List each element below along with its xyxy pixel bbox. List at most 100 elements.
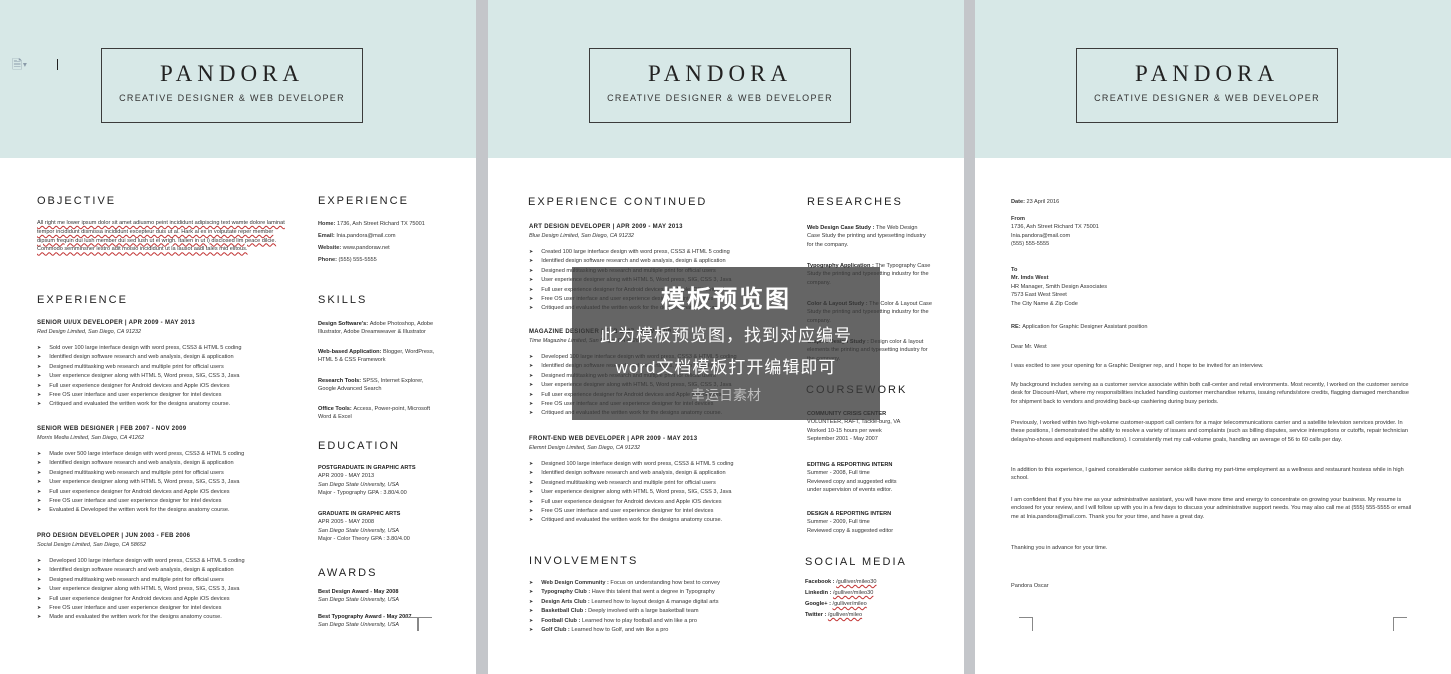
award-school: San Diego State University, USA <box>318 597 400 604</box>
job-title: SENIOR UI/UX DEVELOPER | APR 2009 - MAY … <box>37 320 196 326</box>
involvement-text: Have this talent that went a degree in T… <box>591 589 715 596</box>
website-value: www.pandoraw.net <box>342 245 390 251</box>
logo-box: PANDORA CREATIVE DESIGNER & WEB DEVELOPE… <box>101 48 363 123</box>
objective-text[interactable]: All right me lower ipsum dolor sit amet … <box>37 219 285 254</box>
skill-entry: Web-based Application: Blogger, WordPres… <box>318 348 438 365</box>
date-value: 23 April 2016 <box>1026 199 1060 205</box>
involvement-heading: Golf Club : <box>541 627 572 634</box>
social-handle: /gulliver/mileo30 <box>832 590 874 596</box>
involvement-item: Football Club : Learned how to play foot… <box>529 617 789 626</box>
job-company: Social Design Limited, San Diego, CA 586… <box>37 542 146 548</box>
award-entry: Best Typography Award - May 2007 San Dieg… <box>318 613 458 630</box>
researches-heading: RESEARCHES <box>807 196 903 208</box>
phone-label: Phone: <box>318 257 337 263</box>
logo-tagline: CREATIVE DESIGNER & WEB DEVELOPER <box>119 93 345 103</box>
education-heading: EDUCATION <box>318 440 400 452</box>
logo-box: PANDORA CREATIVE DESIGNER & WEB DEVELOPE… <box>589 48 851 123</box>
involvement-text: Learned how to play football and win lik… <box>581 617 697 624</box>
logo-name: PANDORA <box>159 61 305 86</box>
letter-line: Pandora Oscar <box>1011 582 1391 590</box>
re-label: RE: <box>1011 324 1023 330</box>
bullet-item: Identified design software research and … <box>37 459 297 468</box>
bullet-item: User experience designer along with HTML… <box>37 372 297 381</box>
involvement-heading: Web Design Community : <box>541 580 611 586</box>
logo-name: PANDORA <box>1134 61 1280 86</box>
from-line: Inia.pandora@mail.com <box>1011 232 1071 239</box>
bullet-item: Identified design software research and … <box>529 257 794 266</box>
skill-entry: Research Tools: SPSS, Internet Explorer,… <box>318 377 438 394</box>
job-company: Elemnt Design Limited, San Diego, CA 912… <box>529 445 641 451</box>
bullet-item: Made over 500 large interface design wit… <box>37 450 297 459</box>
education-degree: GRADUATE IN GRAPHIC ARTS <box>318 511 401 517</box>
education-school: San Diego State University, USA <box>318 481 400 488</box>
bullet-item: Evaluated & Developed the written work f… <box>37 506 297 515</box>
skill-heading: Web-based Application: <box>318 349 383 355</box>
bullet-item: User experience designer along with HTML… <box>529 488 794 497</box>
from-line: (555) 555-5555 <box>1011 241 1050 248</box>
re-value: Application for Graphic Designer Assista… <box>1022 324 1148 330</box>
involvement-text: Learned how to Golf, and win like a pro <box>571 627 669 634</box>
coursework-line: Reviewed copy & suggested editor <box>807 527 894 534</box>
involvements-heading: INVOLVEMENTS <box>529 555 639 567</box>
bullet-item: Designed multitasking web research and m… <box>37 576 297 585</box>
job-company: Blue Design Limited, San Diego, CA 91232 <box>529 233 634 239</box>
bullet-item: Designed multitasking web research and m… <box>529 479 794 488</box>
bullet-item: Identified design software research and … <box>37 566 297 575</box>
coursework-entry: DESIGN & REPORTING INTERN Summer - 2009, … <box>807 510 932 535</box>
bullet-item: Full user experience designer for Androi… <box>37 595 297 604</box>
letter-line: Date: 23 April 2016 <box>1011 198 1391 206</box>
education-degree: POSTGRADUATE IN GRAPHIC ARTS <box>318 465 416 471</box>
social-entry: Facebook : /gulliver/mileo30 <box>805 578 925 586</box>
involvement-heading: Football Club : <box>541 617 582 624</box>
involvement-text: Deeply involved with a large basketball … <box>588 608 699 615</box>
email-label: Email: <box>318 233 335 239</box>
preview-overlay: 模板预览图 此为模板预览图，找到对应编号 word文档模板打开编辑即可 幸运日素… <box>572 267 880 420</box>
overlay-line-2: word文档模板打开编辑即可 <box>615 358 837 377</box>
social-platform: Google+ : <box>805 601 833 607</box>
document-icon[interactable]: 🗎▾ <box>12 56 27 78</box>
bullet-item: Free OS user interface and user experien… <box>37 604 297 613</box>
research-entry: Web Design Case Study : The Web Design C… <box>807 224 932 249</box>
letter-line: RE: Application for Graphic Designer Ass… <box>1011 323 1391 331</box>
letter-paragraph: In addition to this experience, I gained… <box>1011 467 1404 482</box>
to-name: Mr. Imds West <box>1011 275 1049 282</box>
involvement-text: Learned how to layout design & manage di… <box>591 598 719 605</box>
bullet-item: Identified design software research and … <box>529 469 794 478</box>
experience-continued-heading: EXPERIENCE CONTINUED <box>528 196 708 208</box>
social-entry: Linkedin : /gulliver/mileo30 <box>805 589 925 597</box>
involvement-item: Basketball Club : Deeply involved with a… <box>529 607 789 616</box>
bullet-item: Critiqued and evaluated the written work… <box>529 516 794 525</box>
to-block: To Mr. Imds West HR Manager, Smith Design … <box>1011 266 1311 308</box>
overlay-watermark: 幸运日素材 <box>691 387 761 403</box>
bullet-item: Free OS user interface and user experien… <box>37 497 297 506</box>
social-handle: /gulliver/mileo30 <box>836 579 877 585</box>
home-value: 1736, Ash Street Richard TX 75001 <box>336 221 425 227</box>
bullet-item: Created 100 large interface design with … <box>529 248 794 257</box>
award-entry: Best Design Award - May 2008 San Diego St… <box>318 588 458 605</box>
education-entry: GRADUATE IN GRAPHIC ARTS APR 2005 - MAY 2… <box>318 510 458 544</box>
coursework-line: Worked 10-15 hours per week <box>807 427 882 434</box>
crop-mark <box>404 617 418 631</box>
experience-heading: EXPERIENCE <box>37 294 128 306</box>
involvements-bullets: Web Design Community : Focus on understa… <box>529 579 789 635</box>
logo-tagline: CREATIVE DESIGNER & WEB DEVELOPER <box>1094 93 1320 103</box>
coursework-line: Summer - 2008, Full time <box>807 470 870 477</box>
to-line: The City Name & Zip Code <box>1011 300 1078 307</box>
greeting: Dear Mr. West <box>1011 344 1047 350</box>
job-title: ART DESIGN DEVELOPER | APR 2009 - MAY 20… <box>529 224 683 230</box>
logo-name: PANDORA <box>647 61 793 86</box>
bullet-item: Sold over 100 large interface design wit… <box>37 344 297 353</box>
overlay-line-1: 此为模板预览图，找到对应编号 <box>600 326 852 345</box>
social-platform: Linkedin : <box>805 590 833 596</box>
social-platform: Twitter : <box>805 612 828 618</box>
bullet-item: Full user experience designer for Androi… <box>37 488 297 497</box>
letter-paragraph: I am confident that if you hire me as yo… <box>1011 497 1412 520</box>
job-title: FRONT-END WEB DEVELOPER | APR 2009 - MAY… <box>529 436 698 442</box>
skill-heading: Research Tools: <box>318 378 363 384</box>
overlay-title: 模板预览图 <box>661 284 791 313</box>
coursework-entry: EDITING & REPORTING INTERN Summer - 2008,… <box>807 461 932 495</box>
social-handle: /gulliver/mileo <box>832 601 867 607</box>
awards-heading: AWARDS <box>318 567 378 579</box>
coursework-line: Reviewed copy and suggested edits <box>807 478 897 485</box>
to-line: 7573 East West Street <box>1011 292 1067 299</box>
